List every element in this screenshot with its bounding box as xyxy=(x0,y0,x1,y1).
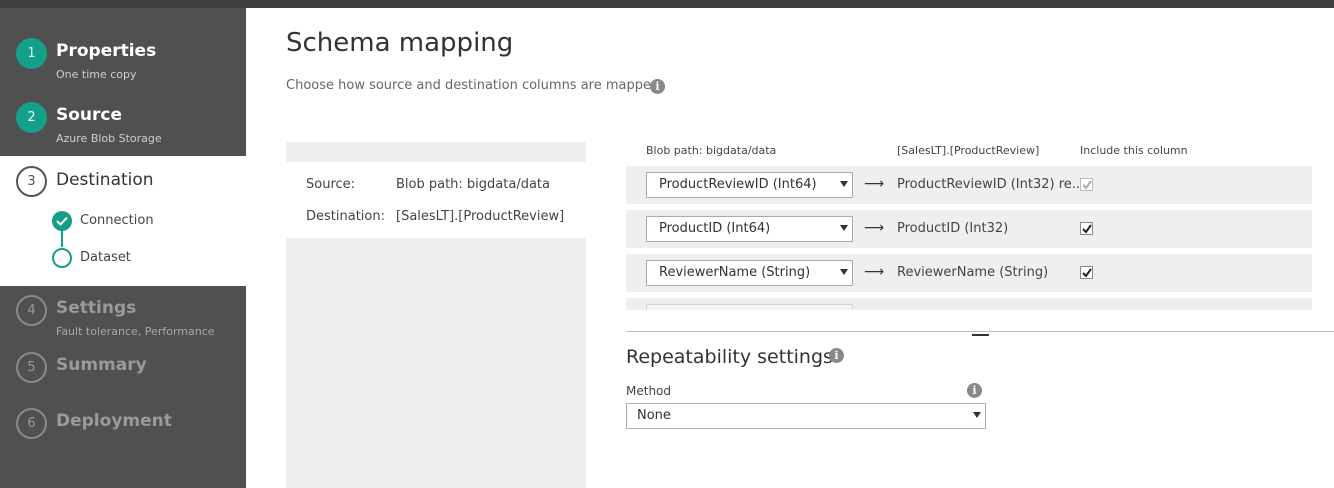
page-subtitle: Choose how source and destination column… xyxy=(286,78,660,93)
step-title: Settings xyxy=(56,298,137,318)
chevron-down-icon xyxy=(840,181,848,187)
destination-value: [SalesLT].[ProductReview] xyxy=(396,209,565,224)
mapping-row: ReviewerName (String) ⟶ ReviewerName (St… xyxy=(626,254,1312,292)
destination-column: ProductReviewID (Int32) re... xyxy=(897,177,1085,192)
step-deployment[interactable]: 6 Deployment xyxy=(0,408,246,442)
source-column-select[interactable]: ProductID (Int64) xyxy=(646,216,853,242)
method-select[interactable]: None xyxy=(626,403,986,429)
arrow-right-icon: ⟶ xyxy=(864,220,885,236)
info-icon[interactable]: i xyxy=(650,79,665,94)
arrow-right-icon: ⟶ xyxy=(864,264,885,280)
arrow-right-icon: ⟶ xyxy=(864,176,885,192)
step-number-badge: 2 xyxy=(16,102,47,133)
current-step-ring-icon xyxy=(52,248,72,268)
splitter-grip[interactable] xyxy=(972,334,989,336)
substep-label: Connection xyxy=(80,213,154,228)
source-destination-panel: Source: Blob path: bigdata/data Destinat… xyxy=(286,142,586,488)
mapping-row-clipped xyxy=(626,298,1312,310)
destination-column-header: [SalesLT].[ProductReview] xyxy=(897,144,1040,157)
mapping-row: ProductReviewID (Int64) ⟶ ProductReviewI… xyxy=(626,166,1312,204)
source-column-select[interactable]: ProductReviewID (Int64) xyxy=(646,172,853,198)
page-title: Schema mapping xyxy=(286,28,514,58)
splitter-divider xyxy=(626,331,1334,332)
include-checkbox[interactable] xyxy=(1080,266,1093,279)
destination-column: ProductID (Int32) xyxy=(897,221,1009,236)
source-label: Source: xyxy=(306,177,356,192)
destination-column: ReviewerName (String) xyxy=(897,265,1049,280)
step-title: Summary xyxy=(56,355,147,375)
step-source[interactable]: 2 Source Azure Blob Storage xyxy=(0,102,246,152)
step-summary[interactable]: 5 Summary xyxy=(0,352,246,386)
info-icon[interactable]: i xyxy=(967,383,982,398)
select-value: ProductReviewID (Int64) xyxy=(659,177,817,192)
select-value: ProductID (Int64) xyxy=(659,221,771,236)
top-bar xyxy=(0,0,1334,8)
step-subtitle: One time copy xyxy=(56,68,137,81)
source-column-header: Blob path: bigdata/data xyxy=(646,144,777,157)
chevron-down-icon xyxy=(840,269,848,275)
repeatability-title: Repeatability settings xyxy=(626,346,833,368)
step-properties[interactable]: 1 Properties One time copy xyxy=(0,38,246,88)
include-column-header: Include this column xyxy=(1080,144,1188,157)
substep-connector-line xyxy=(61,229,63,247)
step-title: Deployment xyxy=(56,411,172,431)
step-number-badge: 4 xyxy=(16,295,47,326)
include-checkbox[interactable] xyxy=(1080,178,1093,191)
source-value: Blob path: bigdata/data xyxy=(396,177,550,192)
check-circle-icon xyxy=(52,211,72,231)
method-label: Method xyxy=(626,384,672,398)
step-title: Source xyxy=(56,105,123,125)
step-title: Destination xyxy=(56,170,154,190)
step-destination[interactable]: 3 Destination xyxy=(0,166,246,200)
main-content: Schema mapping Choose how source and des… xyxy=(246,8,1334,488)
step-subtitle: Azure Blob Storage xyxy=(56,132,162,145)
step-number-badge: 3 xyxy=(16,166,47,197)
info-icon[interactable]: i xyxy=(829,348,844,363)
clipped-row-background xyxy=(626,298,1312,310)
step-destination-panel: 3 Destination Connection Dataset xyxy=(0,156,246,286)
mapping-row: ProductID (Int64) ⟶ ProductID (Int32) xyxy=(626,210,1312,248)
select-value: ReviewerName (String) xyxy=(659,265,811,280)
step-subtitle: Fault tolerance, Performance xyxy=(56,325,215,338)
source-column-select[interactable] xyxy=(646,304,853,310)
select-value: None xyxy=(637,408,671,423)
substep-label: Dataset xyxy=(80,250,131,265)
include-checkbox[interactable] xyxy=(1080,222,1093,235)
step-number-badge: 1 xyxy=(16,38,47,69)
wizard-sidebar: 1 Properties One time copy 2 Source Azur… xyxy=(0,8,246,488)
chevron-down-icon xyxy=(973,412,981,418)
step-settings[interactable]: 4 Settings Fault tolerance, Performance xyxy=(0,295,246,341)
source-column-select[interactable]: ReviewerName (String) xyxy=(646,260,853,286)
destination-label: Destination: xyxy=(306,209,385,224)
step-number-badge: 5 xyxy=(16,352,47,383)
panel-header-strip xyxy=(286,142,586,162)
chevron-down-icon xyxy=(840,225,848,231)
substep-dataset[interactable]: Dataset xyxy=(50,247,240,271)
step-number-badge: 6 xyxy=(16,408,47,439)
source-destination-summary: Source: Blob path: bigdata/data Destinat… xyxy=(286,162,586,238)
substep-connection[interactable]: Connection xyxy=(50,210,240,234)
step-title: Properties xyxy=(56,41,157,61)
